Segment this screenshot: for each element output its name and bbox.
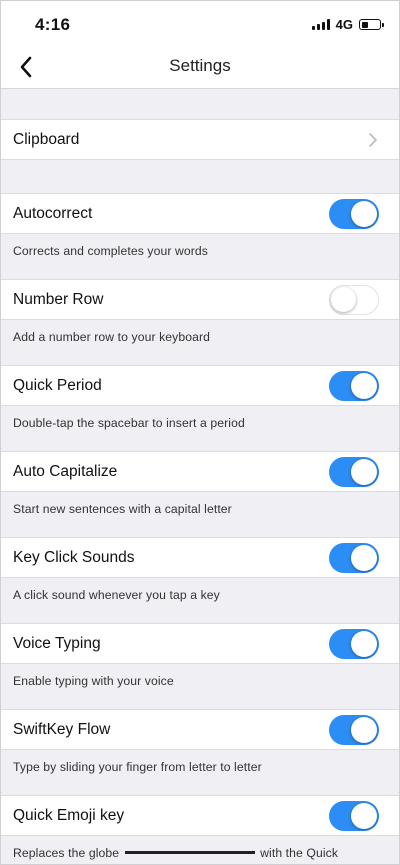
- settings-list: Autocorrect Corrects and completes your w…: [1, 193, 399, 864]
- toggle-knob: [351, 201, 377, 227]
- setting-label: Quick Period: [13, 377, 102, 394]
- setting-row: Quick Emoji key: [1, 795, 399, 836]
- toggle-switch[interactable]: [329, 199, 379, 229]
- setting-label: Autocorrect: [13, 205, 93, 222]
- setting-description: Start new sentences with a capital lette…: [13, 502, 232, 516]
- setting-label: Voice Typing: [13, 635, 101, 652]
- page-title: Settings: [169, 56, 231, 75]
- setting-row: Auto Capitalize: [1, 451, 399, 492]
- toggle-switch[interactable]: [329, 629, 379, 659]
- setting-label: Auto Capitalize: [13, 463, 118, 480]
- status-bar: 4:16 4G: [1, 1, 399, 45]
- setting-row: Voice Typing: [1, 623, 399, 664]
- toggle-knob: [351, 717, 377, 743]
- toggle-knob: [331, 287, 356, 312]
- settings-screen: 4:16 4G Settings Clipboard Autocorrect Co…: [0, 0, 400, 865]
- setting-description-end: with the Quick: [256, 846, 339, 860]
- setting-description-start: Replaces the globe: [13, 846, 123, 860]
- setting-label: Number Row: [13, 291, 104, 308]
- toggle-knob: [351, 373, 377, 399]
- toggle-knob: [351, 631, 377, 657]
- setting-description: Enable typing with your voice: [13, 674, 174, 688]
- toggle-switch[interactable]: [329, 457, 379, 487]
- battery-icon: [359, 19, 384, 30]
- setting-description: Double-tap the spacebar to insert a peri…: [13, 416, 245, 430]
- setting-description: Type by sliding your finger from letter …: [13, 760, 262, 774]
- setting-row: Number Row: [1, 279, 399, 320]
- nav-bar: Settings: [1, 45, 399, 89]
- redaction-mark: [124, 851, 255, 855]
- toggle-switch[interactable]: [329, 285, 379, 315]
- setting-label: SwiftKey Flow: [13, 721, 111, 738]
- toggle-switch[interactable]: [329, 371, 379, 401]
- setting-row: Key Click Sounds: [1, 537, 399, 578]
- chevron-right-icon: [369, 133, 377, 147]
- toggle-switch[interactable]: [329, 543, 379, 573]
- toggle-knob: [351, 803, 377, 829]
- setting-description: Add a number row to your keyboard: [13, 330, 211, 344]
- setting-row: SwiftKey Flow: [1, 709, 399, 750]
- setting-label: Quick Emoji key: [13, 807, 125, 824]
- status-time: 4:16: [35, 15, 71, 34]
- setting-description: Replaces the globe with the Quick: [1, 836, 399, 864]
- setting-description: A click sound whenever you tap a key: [13, 588, 220, 602]
- setting-row: Autocorrect: [1, 193, 399, 234]
- toggle-switch[interactable]: [329, 715, 379, 745]
- setting-description: Corrects and completes your words: [13, 244, 208, 258]
- status-indicators: 4G: [311, 17, 384, 32]
- toggle-switch[interactable]: [329, 801, 379, 831]
- toggle-knob: [351, 459, 377, 485]
- signal-icon: [311, 19, 330, 30]
- network-type: 4G: [335, 17, 353, 32]
- clipboard-row[interactable]: Clipboard: [1, 119, 399, 160]
- setting-row: Quick Period: [1, 365, 399, 406]
- toggle-knob: [351, 545, 377, 571]
- setting-label: Key Click Sounds: [13, 549, 135, 566]
- clipboard-label: Clipboard: [13, 131, 80, 148]
